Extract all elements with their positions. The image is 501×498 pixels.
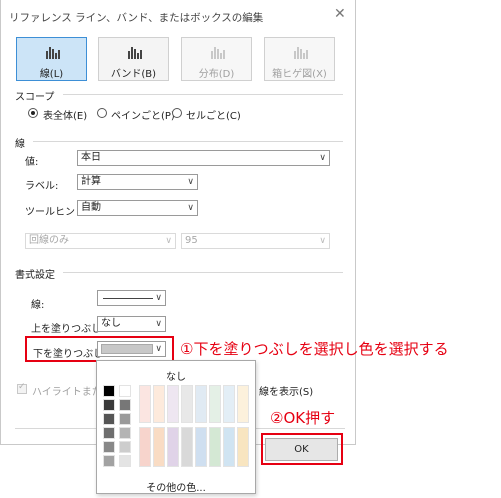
label-dropdown-text: 計算 — [81, 176, 101, 187]
ok-highlight-box — [261, 433, 343, 465]
fill-below-highlight-box — [25, 336, 174, 362]
mid-color-swatch[interactable] — [153, 427, 165, 467]
gray-color-swatch[interactable] — [103, 455, 115, 467]
chevron-down-icon: ∨ — [165, 236, 172, 246]
gray-color-swatch[interactable] — [119, 427, 131, 439]
step2-annotation: ②OK押す — [270, 409, 336, 427]
percent-dropdown[interactable]: 95 ∨ — [181, 233, 330, 249]
no-color-option[interactable]: なし — [97, 368, 255, 383]
format-divider — [63, 272, 343, 273]
light-color-swatch[interactable] — [153, 385, 165, 423]
light-color-swatch[interactable] — [209, 385, 221, 423]
value-dropdown-text: 本日 — [81, 152, 101, 163]
band-mark-button[interactable]: バンド(B) — [98, 37, 169, 81]
line-mark-label: 線(L) — [39, 69, 64, 80]
band-mark-label: バンド(B) — [110, 69, 157, 80]
line-divider — [33, 141, 343, 142]
chevron-down-icon: ∨ — [319, 236, 326, 246]
gray-color-swatch[interactable] — [119, 399, 131, 411]
more-colors-option[interactable]: その他の色... — [97, 479, 255, 494]
scope-table-radio[interactable] — [28, 108, 38, 118]
chevron-down-icon: ∨ — [155, 319, 162, 329]
line-mark-button[interactable]: 線(L) — [16, 37, 87, 81]
gray-color-swatch[interactable] — [103, 385, 115, 397]
gray-color-swatch[interactable] — [103, 441, 115, 453]
dialog-title: リファレンス ライン、バンド、またはボックスの編集 — [9, 12, 264, 24]
scope-cell-radio[interactable] — [172, 108, 182, 118]
reference-band-icon — [128, 46, 142, 59]
highlight-checkbox[interactable] — [17, 382, 27, 394]
light-color-swatch[interactable] — [181, 385, 193, 423]
distribution-icon — [211, 46, 225, 59]
light-color-swatch[interactable] — [167, 385, 179, 423]
light-color-swatch[interactable] — [223, 385, 235, 423]
step1-annotation: ①下を塗りつぶしを選択し色を選択する — [180, 340, 449, 358]
gray-color-swatch[interactable] — [103, 427, 115, 439]
scope-cell-label: セルごと(C) — [186, 111, 241, 122]
line-style-label: 線: — [31, 300, 45, 311]
box-plot-mark-button[interactable]: 箱ヒゲ図(X) — [264, 37, 335, 81]
gray-color-swatch[interactable] — [103, 413, 115, 425]
scope-pane-label: ペインごと(P) — [111, 111, 175, 122]
mid-color-swatch[interactable] — [167, 427, 179, 467]
chevron-down-icon: ∨ — [187, 177, 194, 187]
distribution-mark-button[interactable]: 分布(D) — [181, 37, 252, 81]
mid-color-swatch[interactable] — [195, 427, 207, 467]
scope-table-label: 表全体(E) — [43, 111, 88, 122]
box-plot-mark-label: 箱ヒゲ図(X) — [272, 69, 327, 80]
mid-color-swatch[interactable] — [223, 427, 235, 467]
fill-above-label: 上を塗りつぶし: — [31, 324, 105, 335]
chevron-down-icon: ∨ — [155, 293, 162, 303]
tooltip-dropdown-text: 自動 — [81, 202, 101, 213]
label-label: ラベル: — [25, 181, 59, 192]
fill-above-dropdown[interactable]: なし ∨ — [97, 316, 166, 332]
line-only-dropdown[interactable]: 回線のみ ∨ — [25, 233, 176, 249]
light-color-swatch[interactable] — [139, 385, 151, 423]
close-icon[interactable]: ✕ — [334, 6, 346, 22]
gray-color-swatch[interactable] — [119, 385, 131, 397]
gray-color-swatch[interactable] — [103, 399, 115, 411]
color-picker-popup: なし その他の色... — [96, 360, 256, 494]
box-plot-icon — [294, 46, 308, 59]
chevron-down-icon: ∨ — [187, 203, 194, 213]
scope-divider — [63, 94, 343, 95]
tooltip-dropdown[interactable]: 自動 ∨ — [77, 200, 198, 216]
reference-line-icon — [46, 46, 60, 59]
scope-pane-radio[interactable] — [97, 108, 107, 118]
value-dropdown[interactable]: 本日 ∨ — [77, 150, 330, 166]
percent-text: 95 — [185, 235, 198, 246]
gray-color-swatch[interactable] — [119, 441, 131, 453]
chevron-down-icon: ∨ — [319, 153, 326, 163]
light-color-swatch[interactable] — [195, 385, 207, 423]
mid-color-swatch[interactable] — [209, 427, 221, 467]
label-dropdown[interactable]: 計算 ∨ — [77, 174, 198, 190]
scope-heading: スコープ — [15, 92, 55, 103]
mid-color-swatch[interactable] — [139, 427, 151, 467]
mid-color-swatch[interactable] — [237, 427, 249, 467]
line-only-text: 回線のみ — [29, 235, 69, 246]
highlight-label-end: 線を表示(S) — [259, 387, 314, 398]
gray-color-swatch[interactable] — [119, 455, 131, 467]
mid-color-swatch[interactable] — [181, 427, 193, 467]
light-color-swatch[interactable] — [237, 385, 249, 423]
line-heading: 線 — [15, 139, 25, 150]
fill-above-text: なし — [101, 318, 121, 329]
line-sample — [103, 298, 153, 299]
distribution-mark-label: 分布(D) — [198, 69, 235, 80]
line-style-dropdown[interactable]: ∨ — [97, 290, 166, 306]
value-label: 値: — [25, 157, 39, 168]
format-heading: 書式設定 — [15, 270, 55, 281]
gray-color-swatch[interactable] — [119, 413, 131, 425]
